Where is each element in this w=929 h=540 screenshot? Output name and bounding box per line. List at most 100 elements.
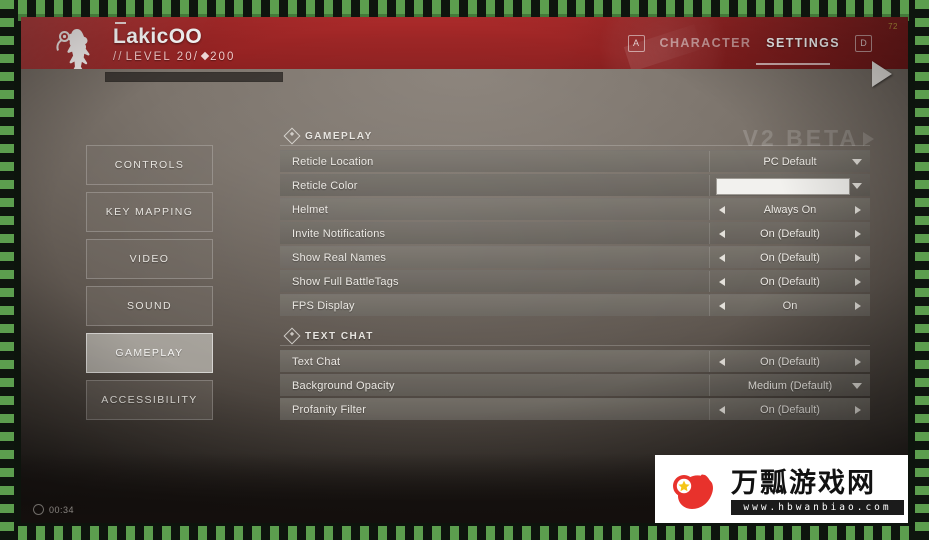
logo-url-text: www.hbwanbiao.com [731,499,904,515]
tab-settings[interactable]: SETTINGS [766,36,840,50]
arrow-left-icon[interactable] [719,229,725,238]
logo-text-wrap: 万瓢游戏网 www.hbwanbiao.com [731,470,904,515]
setting-control-stepper[interactable]: On (Default) [709,223,870,244]
chevron-down-icon[interactable] [852,182,862,189]
section-header-text-chat: TEXT CHAT [280,327,870,346]
tab-character[interactable]: CHARACTER [660,36,752,50]
bird-logo-icon [673,474,713,509]
setting-label: Invite Notifications [292,227,386,240]
setting-label: Reticle Color [292,179,358,192]
setting-label: FPS Display [292,299,355,312]
decorative-border-top [0,0,929,14]
gameplay-section-icon [283,127,301,145]
currency-amount: 200 [210,51,236,63]
text-chat-rows: Text Chat On (Default) Background Opacit… [280,350,870,420]
setting-control-dropdown[interactable]: PC Default [709,151,870,172]
sidebar-item-gameplay[interactable]: GAMEPLAY [86,333,213,373]
arrow-right-icon[interactable] [855,229,861,238]
sidebar-item-video[interactable]: VIDEO [86,239,213,279]
setting-row-background-opacity[interactable]: Background Opacity Medium (Default) [280,374,870,396]
setting-control-color[interactable] [709,175,870,196]
setting-value: On (Default) [760,403,820,416]
setting-row-profanity-filter[interactable]: Profanity Filter On (Default) [280,398,870,420]
arrow-left-icon[interactable] [719,357,725,366]
setting-value: Medium (Default) [747,379,833,392]
setting-value: On (Default) [760,251,820,264]
arrow-right-icon[interactable] [855,277,861,286]
site-watermark-logo: 万瓢游戏网 www.hbwanbiao.com [655,455,908,523]
coin-count-badge: 72 [888,22,898,31]
arrow-right-icon[interactable] [855,357,861,366]
chevron-down-icon[interactable] [852,382,862,389]
setting-row-invite-notifications[interactable]: Invite Notifications On (Default) [280,222,870,244]
section-title-gameplay: GAMEPLAY [305,130,373,142]
arrow-left-icon[interactable] [719,301,725,310]
level-text: LEVEL 20/ [125,51,200,63]
sidebar-item-sound[interactable]: SOUND [86,286,213,326]
currency-diamond-icon [200,51,210,61]
arrow-right-icon[interactable] [855,405,861,414]
arrow-left-icon[interactable] [719,205,725,214]
arrow-right-icon[interactable] [855,253,861,262]
setting-label: Show Real Names [292,251,387,264]
color-swatch[interactable] [716,178,850,195]
text-chat-section-icon [283,327,301,345]
screenshot-frame: LakicOO //LEVEL 20/200 A CHARACTER SETTI… [0,0,929,540]
settings-panel: GAMEPLAY Reticle Location PC Default Ret… [280,127,870,422]
section-title-text-chat: TEXT CHAT [305,330,374,342]
settings-category-sidebar: CONTROLS KEY MAPPING VIDEO SOUND GAMEPLA… [86,145,213,427]
xp-progress-bar [105,72,283,82]
arrow-left-icon[interactable] [719,253,725,262]
logo-chinese-text: 万瓢游戏网 [731,467,876,499]
setting-control-stepper[interactable]: On (Default) [709,271,870,292]
setting-row-helmet[interactable]: Helmet Always On [280,198,870,220]
player-avatar-icon [56,29,90,69]
gameplay-rows: Reticle Location PC Default Reticle Colo… [280,150,870,316]
setting-label: Profanity Filter [292,403,367,416]
setting-label: Helmet [292,203,329,216]
arrow-right-icon[interactable] [855,205,861,214]
sidebar-item-accessibility[interactable]: ACCESSIBILITY [86,380,213,420]
setting-row-show-full-battletags[interactable]: Show Full BattleTags On (Default) [280,270,870,292]
game-screen: LakicOO //LEVEL 20/200 A CHARACTER SETTI… [21,17,908,523]
header-nav: A CHARACTER SETTINGS D [627,17,872,69]
decorative-border-bottom [0,526,929,540]
decorative-border-right [915,0,929,540]
key-hint-a-icon[interactable]: A [627,34,645,52]
arrow-right-icon[interactable] [855,301,861,310]
name-macron [115,22,126,24]
setting-row-reticle-color[interactable]: Reticle Color [280,174,870,196]
tab-settings-underline [756,63,830,65]
timer-value: 00:34 [49,504,75,515]
setting-control-stepper[interactable]: On [709,295,870,316]
setting-value: On (Default) [760,355,820,368]
arrow-left-icon[interactable] [719,405,725,414]
setting-value: Always On [763,203,817,216]
section-header-gameplay: GAMEPLAY [280,127,870,146]
setting-row-reticle-location[interactable]: Reticle Location PC Default [280,150,870,172]
setting-label: Show Full BattleTags [292,275,399,288]
setting-row-text-chat[interactable]: Text Chat On (Default) [280,350,870,372]
setting-control-stepper[interactable]: Always On [709,199,870,220]
setting-control-dropdown[interactable]: Medium (Default) [709,375,870,396]
setting-control-stepper[interactable]: On (Default) [709,399,870,420]
setting-row-show-real-names[interactable]: Show Real Names On (Default) [280,246,870,268]
setting-label: Text Chat [292,355,341,368]
key-hint-d-icon[interactable]: D [855,34,872,52]
decorative-border-left [0,0,14,540]
arrow-left-icon[interactable] [719,277,725,286]
timer-icon [33,504,44,515]
setting-row-fps-display[interactable]: FPS Display On [280,294,870,316]
sidebar-item-controls[interactable]: CONTROLS [86,145,213,185]
setting-control-stepper[interactable]: On (Default) [709,247,870,268]
setting-value: PC Default [763,155,817,168]
setting-label: Reticle Location [292,155,374,168]
chevron-down-icon[interactable] [852,158,862,165]
setting-label: Background Opacity [292,379,395,392]
setting-control-stepper[interactable]: On (Default) [709,351,870,372]
recording-timer: 00:34 [33,504,74,515]
sidebar-item-key-mapping[interactable]: KEY MAPPING [86,192,213,232]
setting-value: On (Default) [760,227,820,240]
player-name-text: LakicOO [113,25,203,48]
xp-progress-fill [106,73,282,81]
